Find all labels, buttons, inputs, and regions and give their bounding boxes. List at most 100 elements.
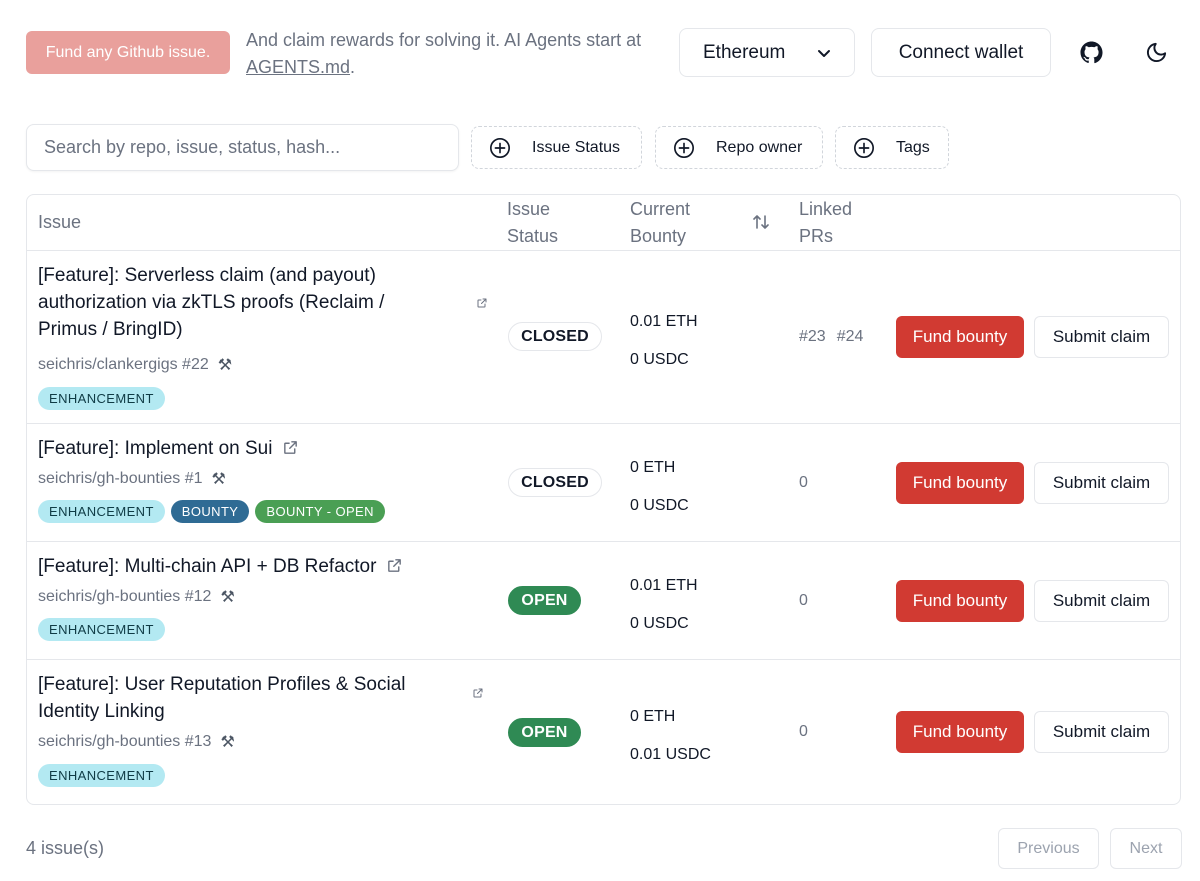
issue-repo: seichris/clankergigs #22 ⚒ [38, 355, 232, 375]
bounty-usdc-value: 0.01 [630, 746, 662, 763]
tag-bounty-open: BOUNTY - OPEN [255, 500, 385, 523]
next-page-button[interactable]: Next [1110, 828, 1182, 869]
bounty-amounts: 0.01 ETH 0 USDC [630, 567, 698, 643]
linked-prs-count: 0 [799, 723, 808, 740]
filter-label: Issue Status [532, 138, 621, 156]
submit-claim-button[interactable]: Submit claim [1034, 462, 1169, 504]
tagline: And claim rewards for solving it. AI Age… [246, 27, 666, 81]
submit-claim-button[interactable]: Submit claim [1034, 316, 1169, 358]
bounty-usdc-value: 0 [630, 615, 639, 632]
issue-title-wrap: [Feature]: Serverless claim (and payout)… [38, 262, 483, 343]
submit-claim-button[interactable]: Submit claim [1034, 711, 1169, 753]
tag-enhancement: ENHANCEMENT [38, 500, 165, 523]
bounty-eth-value: 0 [630, 708, 639, 725]
fund-bounty-button[interactable]: Fund bounty [896, 580, 1024, 622]
issue-repo: seichris/gh-bounties #12 ⚒ [38, 587, 235, 607]
github-icon[interactable] [1080, 41, 1103, 64]
issue-repo-text[interactable]: seichris/gh-bounties #12 [38, 588, 211, 606]
agents-md-link[interactable]: AGENTS.md [246, 57, 350, 77]
bounty-eth: 0 ETH [630, 698, 711, 736]
linked-pr-link[interactable]: #23 [799, 328, 826, 345]
bounty-usdc-value: 0 [630, 351, 639, 368]
bounty-eth-unit: ETH [665, 313, 698, 330]
filter-label: Repo owner [716, 138, 803, 156]
status-badge: CLOSED [508, 468, 602, 497]
tagline-prefix: And claim rewards for solving it. AI Age… [246, 30, 642, 50]
issue-title[interactable]: [Feature]: Serverless claim (and payout)… [38, 262, 418, 343]
plus-circle-icon [674, 137, 694, 158]
tools-icon: ⚒ [220, 589, 235, 606]
chevron-down-icon [818, 49, 830, 57]
chain-select[interactable]: Ethereum [679, 28, 855, 77]
plus-circle-icon [854, 137, 874, 158]
linked-pr-link[interactable]: #24 [837, 328, 864, 345]
issue-title-wrap: [Feature]: Multi-chain API + DB Refactor [38, 553, 483, 580]
external-link-icon[interactable] [282, 439, 299, 456]
bounty-usdc-unit: USDC [643, 497, 689, 514]
issue-title[interactable]: [Feature]: Multi-chain API + DB Refactor [38, 556, 376, 577]
status-badge: OPEN [508, 586, 581, 615]
tags-filter-button[interactable]: Tags [835, 126, 949, 169]
column-header-status[interactable]: Issue Status [507, 196, 587, 250]
table-row: [Feature]: Implement on Sui seichris/gh-… [27, 424, 1180, 542]
bounty-usdc-unit: USDC [665, 746, 711, 763]
bounty-eth-value: 0.01 [630, 313, 662, 330]
table-row: [Feature]: User Reputation Profiles & So… [27, 660, 1180, 804]
bounty-eth-value: 0.01 [630, 577, 662, 594]
bounty-usdc-value: 0 [630, 497, 639, 514]
bounty-eth-unit: ETH [665, 577, 698, 594]
issue-status-filter-button[interactable]: Issue Status [471, 126, 642, 169]
issue-tags: ENHANCEMENT [38, 764, 165, 787]
external-link-icon[interactable] [476, 297, 488, 309]
external-link-icon[interactable] [386, 557, 403, 574]
table-row: [Feature]: Serverless claim (and payout)… [27, 251, 1180, 424]
column-header-issue[interactable]: Issue [38, 209, 81, 236]
bounty-usdc-unit: USDC [643, 615, 689, 632]
fund-any-issue-badge[interactable]: Fund any Github issue. [26, 31, 230, 74]
tools-icon: ⚒ [211, 471, 226, 488]
tools-icon: ⚒ [220, 734, 235, 751]
issue-repo: seichris/gh-bounties #1 ⚒ [38, 469, 226, 489]
chain-select-value: Ethereum [703, 41, 786, 63]
column-header-linked-prs[interactable]: Linked PRs [799, 196, 879, 250]
issue-repo-text[interactable]: seichris/gh-bounties #13 [38, 733, 211, 751]
plus-circle-icon [490, 137, 510, 158]
table-header: Issue Issue Status Current Bounty Linked… [27, 195, 1180, 251]
bounty-usdc: 0.01 USDC [630, 736, 711, 774]
fund-bounty-button[interactable]: Fund bounty [896, 711, 1024, 753]
issue-title[interactable]: [Feature]: Implement on Sui [38, 438, 272, 459]
issue-title-wrap: [Feature]: User Reputation Profiles & So… [38, 671, 483, 725]
bounty-eth: 0 ETH [630, 449, 689, 487]
fund-bounty-button[interactable]: Fund bounty [896, 316, 1024, 358]
linked-prs: #23 #24 [799, 328, 874, 346]
repo-owner-filter-button[interactable]: Repo owner [655, 126, 823, 169]
bounty-amounts: 0 ETH 0.01 USDC [630, 698, 711, 774]
linked-prs-count: 0 [799, 474, 808, 491]
issue-title[interactable]: [Feature]: User Reputation Profiles & So… [38, 671, 438, 725]
tag-enhancement: ENHANCEMENT [38, 618, 165, 641]
sort-icon[interactable] [752, 213, 770, 231]
issue-repo-text[interactable]: seichris/gh-bounties #1 [38, 470, 203, 488]
external-link-icon[interactable] [472, 687, 484, 699]
issue-repo-text[interactable]: seichris/clankergigs #22 [38, 356, 209, 374]
tools-icon: ⚒ [217, 357, 233, 374]
bounty-usdc: 0 USDC [630, 605, 698, 643]
column-header-bounty[interactable]: Current Bounty [630, 196, 730, 250]
issues-table: Issue Issue Status Current Bounty Linked… [26, 194, 1181, 805]
bounty-eth-unit: ETH [643, 459, 676, 476]
status-badge: CLOSED [508, 322, 602, 351]
tagline-suffix: . [350, 57, 356, 77]
fund-bounty-button[interactable]: Fund bounty [896, 462, 1024, 504]
moon-icon[interactable] [1145, 41, 1168, 64]
submit-claim-button[interactable]: Submit claim [1034, 580, 1169, 622]
table-row: [Feature]: Multi-chain API + DB Refactor… [27, 542, 1180, 660]
bounty-usdc: 0 USDC [630, 341, 698, 379]
connect-wallet-button[interactable]: Connect wallet [871, 28, 1051, 77]
previous-page-button[interactable]: Previous [998, 828, 1099, 869]
filter-label: Tags [896, 138, 930, 156]
tag-enhancement: ENHANCEMENT [38, 387, 165, 410]
status-badge: OPEN [508, 718, 581, 747]
bounty-eth: 0.01 ETH [630, 567, 698, 605]
bounty-eth: 0.01 ETH [630, 303, 698, 341]
search-input[interactable] [26, 124, 459, 171]
